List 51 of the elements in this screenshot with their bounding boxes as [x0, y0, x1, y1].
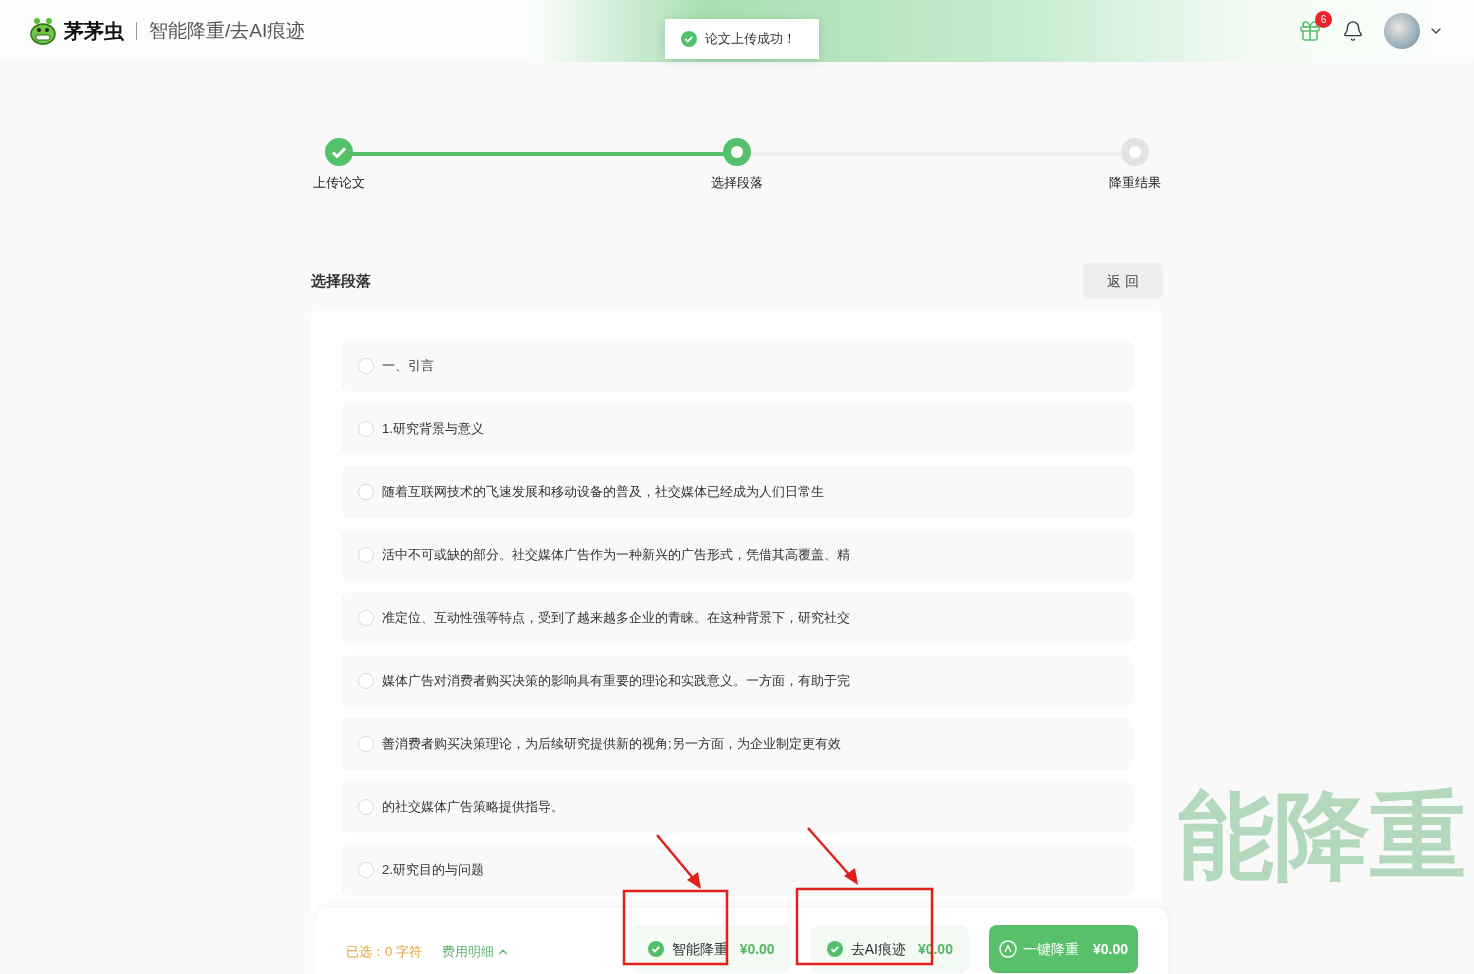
option-price: ¥0.00 [739, 939, 775, 959]
paragraph-text: 准定位、互动性强等特点，受到了越来越多企业的青睐。在这种背景下，研究社交 [382, 609, 850, 628]
paragraph-item[interactable]: 活中不可或缺的部分。社交媒体广告作为一种新兴的广告形式，凭借其高覆盖、精 [341, 529, 1133, 581]
paragraph-text: 媒体广告对消费者购买决策的影响具有重要的理论和实践意义。一方面，有助于完 [382, 672, 850, 691]
section-title: 选择段落 [311, 270, 371, 291]
gift-icon[interactable] [1298, 19, 1322, 43]
paragraph-item[interactable]: 准定位、互动性强等特点，受到了越来越多企业的青睐。在这种背景下，研究社交 [341, 592, 1133, 644]
paragraph-text: 一、引言 [382, 357, 434, 376]
radio-button[interactable] [358, 736, 374, 752]
option-label: 去AI痕迹 [850, 939, 906, 959]
paragraph-item[interactable]: 2.研究目的与问题 [341, 844, 1133, 896]
paragraph-item[interactable]: 善消费者购买决策理论，为后续研究提供新的视角;另一方面，为企业制定更有效 [341, 718, 1133, 770]
avatar[interactable] [1384, 13, 1420, 49]
toast-message: 论文上传成功！ [705, 30, 796, 49]
paragraph-item[interactable]: 一、引言 [341, 340, 1133, 392]
check-icon[interactable] [647, 941, 664, 957]
paragraph-text: 2.研究目的与问题 [382, 861, 484, 880]
radio-button[interactable] [358, 484, 374, 500]
paragraph-text: 活中不可或缺的部分。社交媒体广告作为一种新兴的广告形式，凭借其高覆盖、精 [382, 546, 850, 565]
radio-button[interactable] [358, 421, 374, 437]
annotation-arrow [656, 834, 701, 889]
paragraph-text: 善消费者购买决策理论，为后续研究提供新的视角;另一方面，为企业制定更有效 [382, 735, 841, 754]
radio-button[interactable] [358, 799, 374, 815]
notification-badge: 6 [1315, 11, 1332, 28]
radio-button[interactable] [358, 673, 374, 689]
paragraph-item[interactable]: 的社交媒体广告策略提供指导。 [341, 781, 1133, 833]
option-chip[interactable]: 智能降重 ¥0.00 [631, 925, 791, 973]
bell-icon[interactable] [1342, 20, 1364, 42]
watermark-text: 能降重 [1178, 788, 1467, 884]
step-label: 选择段落 [710, 174, 764, 192]
paragraph-text: 随着互联网技术的飞速发展和移动设备的普及，社交媒体已经成为人们日常生 [382, 483, 824, 502]
check-icon[interactable] [826, 941, 843, 957]
paragraph-item[interactable]: 随着互联网技术的飞速发展和移动设备的普及，社交媒体已经成为人们日常生 [341, 466, 1133, 518]
option-label: 智能降重 [671, 939, 728, 959]
step-label: 降重结果 [1108, 174, 1162, 192]
success-icon[interactable] [681, 31, 697, 47]
selected-count: 已选：0 字符 [346, 943, 422, 961]
logo-icon [30, 17, 56, 45]
radio-button[interactable] [358, 358, 374, 374]
logo-text: 茅茅虫 [64, 19, 124, 44]
radio-button[interactable] [358, 610, 374, 626]
paragraph-text: 1.研究背景与意义 [382, 420, 484, 439]
annotation-arrow [807, 827, 858, 885]
radio-button[interactable] [358, 862, 374, 878]
step-label: 上传论文 [312, 174, 366, 192]
paragraph-item[interactable]: 媒体广告对消费者购买决策的影响具有重要的理论和实践意义。一方面，有助于完 [341, 655, 1133, 707]
product-title: 智能降重/去AI痕迹 [149, 18, 306, 43]
radio-button[interactable] [358, 547, 374, 563]
paragraph-text: 的社交媒体广告策略提供指导。 [382, 798, 564, 817]
paragraph-item[interactable]: 1.研究背景与意义 [341, 403, 1133, 455]
back-button[interactable]: 返 回 [1083, 263, 1163, 299]
